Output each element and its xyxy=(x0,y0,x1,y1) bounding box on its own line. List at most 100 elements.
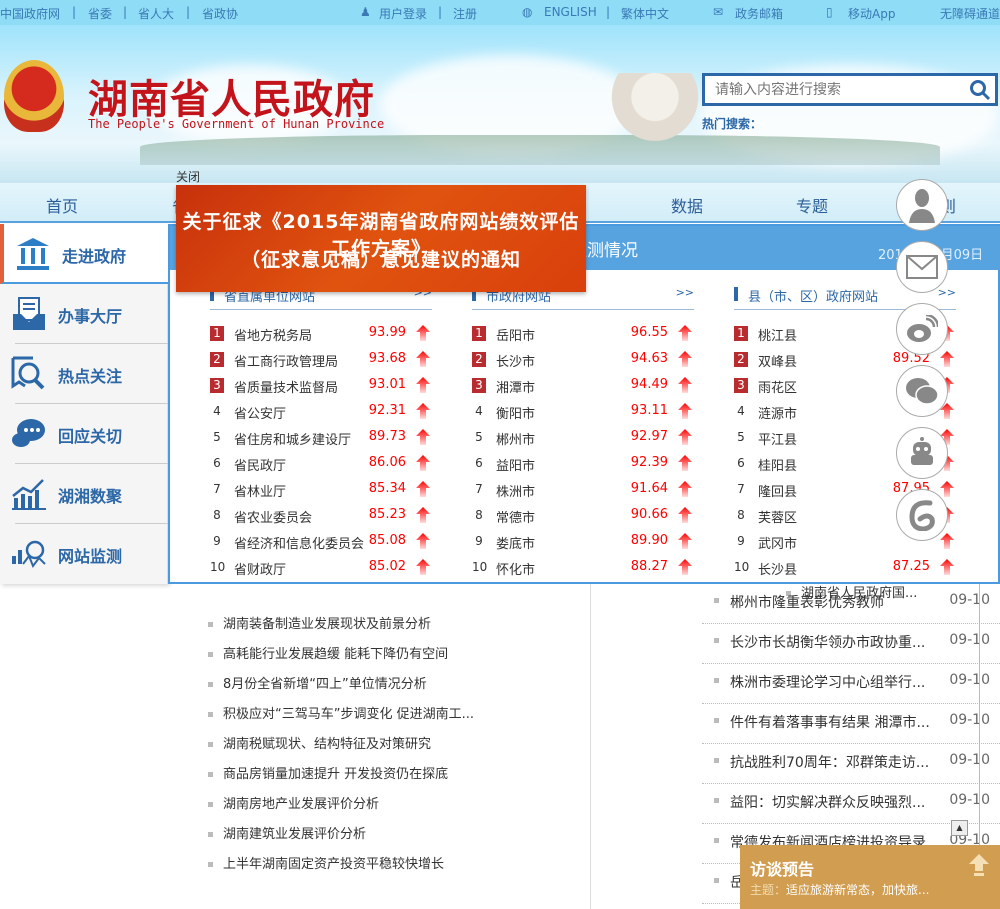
ranking-row[interactable]: 8 常德市 90.66 xyxy=(472,502,694,528)
site-name[interactable]: 省质量技术监督局 xyxy=(234,377,338,396)
news-item[interactable]: 商品房销量加速提升 开发投资仍在探底 xyxy=(208,763,448,782)
site-name[interactable]: 岳阳市 xyxy=(496,325,535,344)
site-name[interactable]: 郴州市 xyxy=(496,429,535,448)
link-provincial-congress[interactable]: 省人大 xyxy=(138,5,174,22)
robot-assistant-button[interactable] xyxy=(896,427,948,479)
ranking-row[interactable]: 3 湘潭市 94.49 xyxy=(472,372,694,398)
news-item[interactable]: 8月份全省新增“四上”单位情况分析 xyxy=(208,673,427,692)
ranking-row[interactable]: 7 省林业厅 85.34 xyxy=(210,476,432,502)
ranking-row[interactable]: 5 郴州市 92.97 xyxy=(472,424,694,450)
link-gov-cn[interactable]: 中国政府网 xyxy=(0,5,60,22)
interview-preview[interactable]: 访谈预告 主题：适应旅游新常态，加快旅... xyxy=(740,845,1000,909)
site-name[interactable]: 省农业委员会 xyxy=(234,507,312,526)
site-name[interactable]: 桂阳县 xyxy=(758,455,797,474)
login-link[interactable]: 用户登录 xyxy=(379,5,427,22)
more-link[interactable]: >> xyxy=(938,286,956,299)
accessibility-link[interactable]: 无障碍通道 xyxy=(940,5,1000,22)
site-name[interactable]: 双峰县 xyxy=(758,351,797,370)
site-name[interactable]: 涟源市 xyxy=(758,403,797,422)
more-link[interactable]: >> xyxy=(676,286,694,299)
sidebar-item-response[interactable]: 回应关切 xyxy=(0,404,168,464)
sidebar-item-hot-topics[interactable]: 热点关注 xyxy=(0,344,168,404)
ranking-row[interactable]: 10 怀化市 88.27 xyxy=(472,554,694,580)
news-item[interactable]: 湖南房地产业发展评价分析 xyxy=(208,793,379,812)
site-name[interactable]: 省工商行政管理局 xyxy=(234,351,338,370)
sidebar-item-service-hall[interactable]: 办事大厅 xyxy=(0,284,168,344)
search-input[interactable] xyxy=(705,76,955,103)
site-name[interactable]: 武冈市 xyxy=(758,533,797,552)
english-link[interactable]: ENGLISH xyxy=(544,5,597,19)
news-item[interactable]: 上半年湖南固定资产投资平稳较快增长 xyxy=(208,853,444,872)
ranking-row[interactable]: 3 省质量技术监督局 93.01 xyxy=(210,372,432,398)
news-item[interactable]: 抗战胜利70周年：邓群策走访... 09-10 xyxy=(702,744,1000,784)
nav-topics[interactable]: 专题 xyxy=(796,193,828,217)
nav-data[interactable]: 数据 xyxy=(671,193,703,217)
ranking-row[interactable]: 9 娄底市 89.90 xyxy=(472,528,694,554)
sidebar-item-government[interactable]: 走进政府 xyxy=(0,224,168,284)
news-item[interactable]: 益阳：切实解决群众反映强烈... 09-10 xyxy=(702,784,1000,824)
site-name[interactable]: 长沙市 xyxy=(496,351,535,370)
news-item[interactable]: 长沙市长胡衡华领办市政协重... 09-10 xyxy=(702,624,1000,664)
site-name[interactable]: 省财政厅 xyxy=(234,559,286,578)
news-item[interactable]: 积极应对“三驾马车”步调变化 促进湖南工... xyxy=(208,703,474,722)
news-item[interactable]: 湖南装备制造业发展现状及前景分析 xyxy=(208,613,431,632)
ranking-row[interactable]: 2 长沙市 94.63 xyxy=(472,346,694,372)
site-name[interactable]: 省地方税务局 xyxy=(234,325,312,344)
sidebar-item-data[interactable]: 湖湘数聚 xyxy=(0,464,168,524)
ranking-row[interactable]: 8 省农业委员会 85.23 xyxy=(210,502,432,528)
nav-home[interactable]: 首页 xyxy=(46,193,78,217)
ranking-row[interactable]: 1 岳阳市 96.55 xyxy=(472,320,694,346)
news-item[interactable]: 件件有着落事事有结果 湘潭市... 09-10 xyxy=(702,704,1000,744)
site-name[interactable]: 株洲市 xyxy=(496,481,535,500)
site-name[interactable]: 省林业厅 xyxy=(234,481,286,500)
weibo-button[interactable] xyxy=(896,303,948,355)
column-title[interactable]: 县（市、区）政府网站 xyxy=(748,286,878,305)
register-link[interactable]: 注册 xyxy=(453,5,477,22)
announcement-popup[interactable]: 关于征求《2015年湖南省政府网站绩效评估工作方案》 （征求意见稿）意见建议的通… xyxy=(176,185,586,292)
site-name[interactable]: 怀化市 xyxy=(496,559,535,578)
news-item[interactable]: 湖南建筑业发展评价分析 xyxy=(208,823,366,842)
gov-mail-link[interactable]: 政务邮箱 xyxy=(735,5,783,22)
ranking-row[interactable]: 4 省公安厅 92.31 xyxy=(210,398,432,424)
news-item[interactable]: 株洲市委理论学习中心组举行... 09-10 xyxy=(702,664,1000,704)
site-name[interactable]: 省经济和信息化委员会 xyxy=(234,533,364,552)
site-name[interactable]: 省民政厅 xyxy=(234,455,286,474)
wechat-button[interactable] xyxy=(896,365,948,417)
site-name[interactable]: 益阳市 xyxy=(496,455,535,474)
ranking-row[interactable]: 6 益阳市 92.39 xyxy=(472,450,694,476)
site-name[interactable]: 芙蓉区 xyxy=(758,507,797,526)
traditional-chinese-link[interactable]: 繁体中文 xyxy=(621,5,669,22)
user-center-button[interactable] xyxy=(896,179,948,231)
site-name[interactable]: 娄底市 xyxy=(496,533,535,552)
ranking-row[interactable]: 9 省经济和信息化委员会 85.08 xyxy=(210,528,432,554)
site-name[interactable]: 桃江县 xyxy=(758,325,797,344)
site-name[interactable]: 衡阳市 xyxy=(496,403,535,422)
site-name[interactable]: 湘潭市 xyxy=(496,377,535,396)
ranking-row[interactable]: 4 衡阳市 93.11 xyxy=(472,398,694,424)
ranking-row[interactable]: 6 省民政厅 86.06 xyxy=(210,450,432,476)
close-popup-button[interactable]: 关闭 xyxy=(176,168,200,185)
ranking-row[interactable]: 1 省地方税务局 93.99 xyxy=(210,320,432,346)
ranking-row[interactable]: 2 省工商行政管理局 93.68 xyxy=(210,346,432,372)
news-item[interactable]: 高耗能行业发展趋缓 能耗下降仍有空间 xyxy=(208,643,448,662)
app-button[interactable] xyxy=(896,489,948,541)
ranking-row[interactable]: 7 株洲市 91.64 xyxy=(472,476,694,502)
site-name[interactable]: 长沙县 xyxy=(758,559,797,578)
site-name[interactable]: 省公安厅 xyxy=(234,403,286,422)
link-cppcc[interactable]: 省政协 xyxy=(202,5,238,22)
search-icon[interactable] xyxy=(969,79,991,101)
mail-button[interactable] xyxy=(896,241,948,293)
news-item[interactable]: 湖南税赋现状、结构特征及对策研究 xyxy=(208,733,431,752)
site-name[interactable]: 省住房和城乡建设厅 xyxy=(234,429,351,448)
sidebar-item-monitoring[interactable]: 网站监测 xyxy=(0,524,168,584)
ranking-row[interactable]: 10 省财政厅 85.02 xyxy=(210,554,432,580)
site-name[interactable]: 雨花区 xyxy=(758,377,797,396)
site-name[interactable]: 平江县 xyxy=(758,429,797,448)
site-name[interactable]: 常德市 xyxy=(496,507,535,526)
site-name[interactable]: 隆回县 xyxy=(758,481,797,500)
mobile-app-link[interactable]: 移动App xyxy=(848,5,895,22)
ranking-row[interactable]: 5 省住房和城乡建设厅 89.73 xyxy=(210,424,432,450)
link-provincial-committee[interactable]: 省委 xyxy=(88,5,112,22)
ranking-row[interactable]: 10 长沙县 87.25 xyxy=(734,554,956,580)
arrow-up-icon[interactable] xyxy=(968,853,990,877)
